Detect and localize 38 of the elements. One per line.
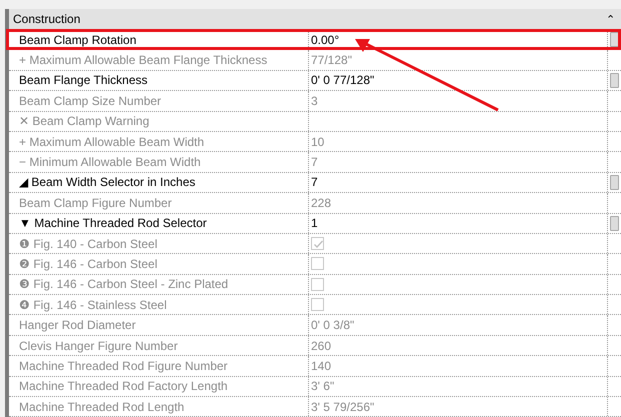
property-label: Machine Threaded Rod Length [19, 400, 184, 414]
property-value: 228 [311, 196, 332, 210]
property-value: 140 [311, 358, 332, 373]
property-value: 0' 0 3/8" [311, 318, 354, 332]
property-value: 7 [311, 155, 318, 170]
value-button[interactable] [610, 216, 619, 231]
property-label: ❶ Fig. 140 - Carbon Steel [19, 236, 158, 251]
property-value[interactable]: 0.00° [311, 32, 340, 47]
property-label: − Minimum Allowable Beam Width [19, 155, 201, 170]
property-label: ❹ Fig. 146 - Stainless Steel [19, 298, 167, 312]
property-label: ❸ Fig. 146 - Carbon Steel - Zinc Plated [19, 277, 228, 292]
property-label: Beam Clamp Figure Number [19, 196, 172, 210]
group-title: Construction [13, 12, 80, 26]
property-value: 3 [311, 94, 318, 108]
property-label: Beam Flange Thickness [19, 73, 148, 88]
property-value: 10 [311, 134, 324, 149]
value-button[interactable] [610, 72, 619, 88]
property-label: + Maximum Allowable Beam Width [19, 134, 204, 149]
property-value: 3' 6" [311, 379, 334, 394]
value-button[interactable] [610, 174, 619, 190]
property-value[interactable]: 7 [311, 175, 318, 190]
property-label: Clevis Hanger Figure Number [19, 338, 178, 353]
property-value[interactable]: 1 [311, 216, 318, 230]
property-label: ▼ Machine Threaded Rod Selector [19, 216, 207, 230]
property-label: Hanger Rod Diameter [19, 318, 136, 332]
property-value[interactable]: 0' 0 77/128" [311, 73, 374, 88]
property-label: Beam Clamp Rotation [19, 32, 136, 47]
property-value: 77/128" [311, 53, 352, 68]
property-label: Beam Clamp Size Number [19, 94, 162, 108]
property-value: 260 [311, 338, 332, 353]
property-label: Machine Threaded Rod Factory Length [19, 379, 228, 394]
property-value: 3' 5 79/256" [311, 400, 374, 414]
property-label: ✕ Beam Clamp Warning [19, 114, 150, 128]
property-label: ❷ Fig. 146 - Carbon Steel [19, 256, 158, 271]
property-label: ◢ Beam Width Selector in Inches [19, 175, 196, 190]
collapse-icon[interactable]: ⌃ [606, 12, 615, 26]
property-label: + Maximum Allowable Beam Flange Thickness [19, 53, 268, 68]
property-label: Machine Threaded Rod Figure Number [19, 358, 228, 373]
